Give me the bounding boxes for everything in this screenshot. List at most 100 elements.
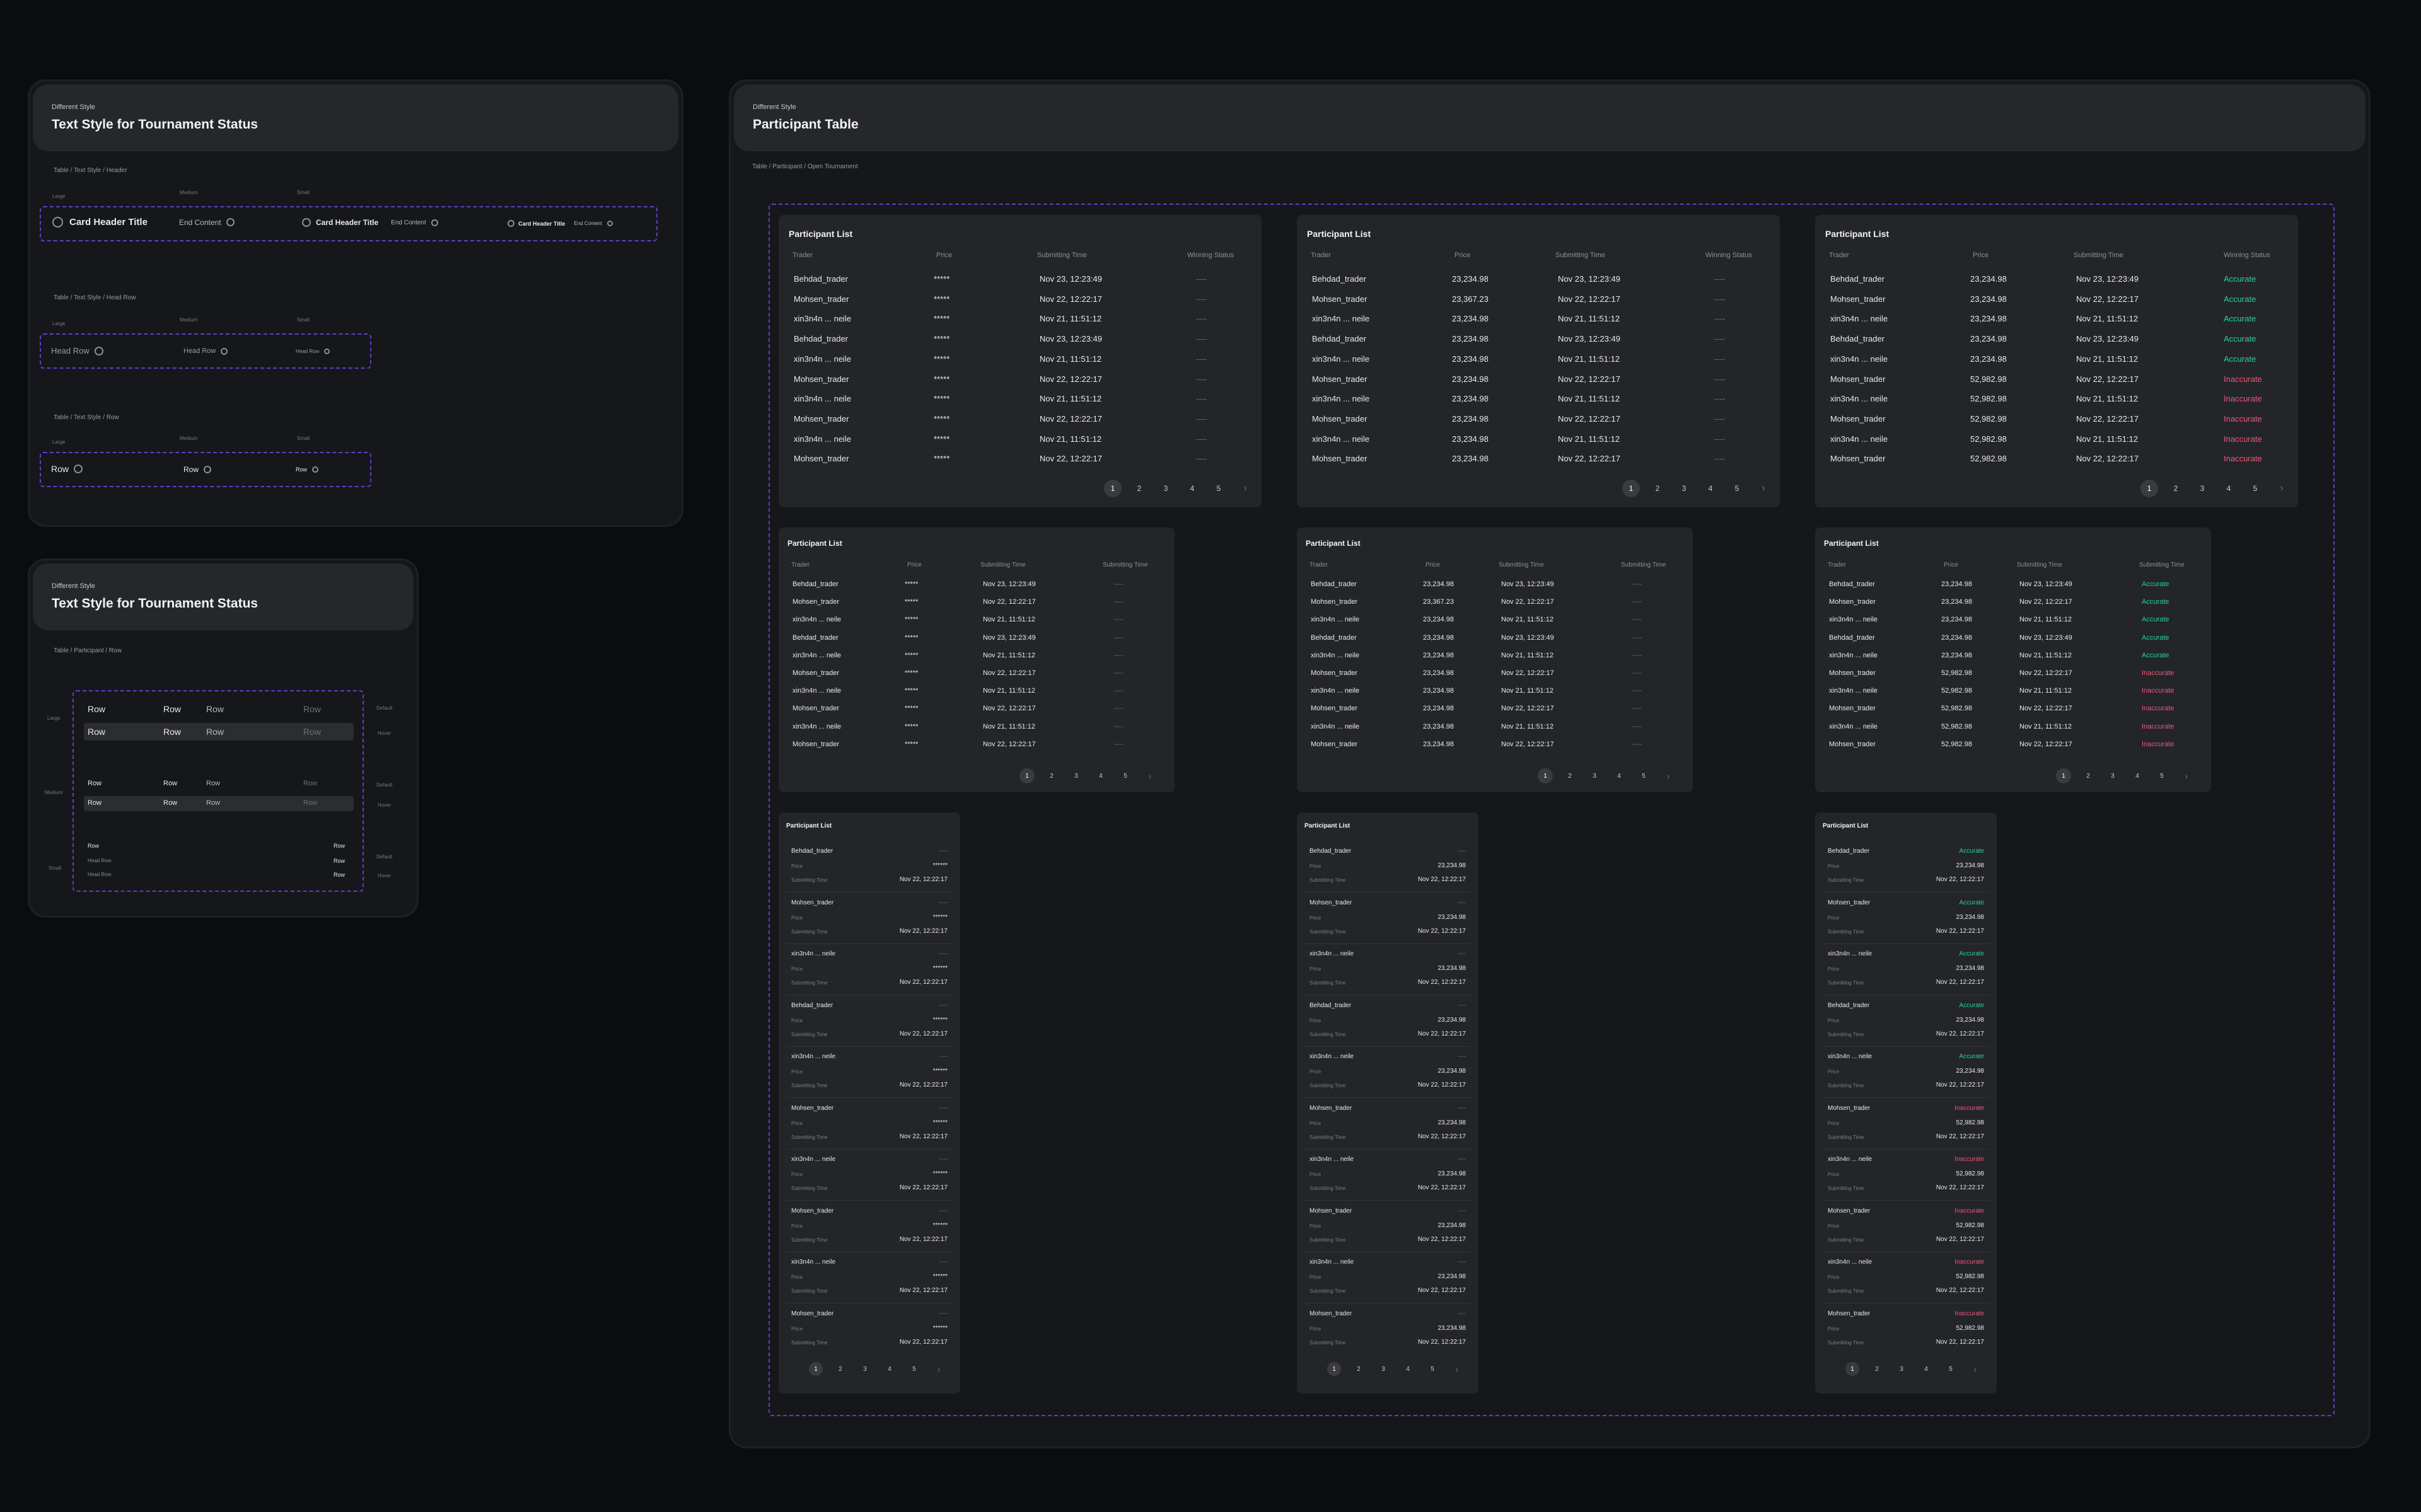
price-value: ******	[932, 1324, 948, 1332]
page-button[interactable]: 1	[1104, 480, 1122, 497]
divider	[1304, 1148, 1471, 1150]
time-label: Submitting Time	[791, 877, 828, 883]
time-cell: Nov 22, 12:22:17	[2019, 598, 2072, 606]
head-row-small: Head Row	[296, 349, 330, 354]
chevron-right-icon[interactable]: ›	[1236, 480, 1254, 497]
time-cell: Nov 21, 11:51:12	[2019, 651, 2072, 659]
time-cell: Nov 21, 11:51:12	[2076, 394, 2139, 404]
page-button[interactable]: 5	[1728, 480, 1746, 497]
time-cell: Nov 22, 12:22:17	[1558, 413, 1621, 424]
page-button[interactable]: 1	[2056, 768, 2071, 783]
time-label: Submitting Time	[791, 928, 828, 935]
page-button[interactable]: 2	[1044, 768, 1059, 783]
price-label: Price	[1828, 1120, 1840, 1126]
page-button[interactable]: 1	[1538, 768, 1553, 783]
page-button[interactable]: 5	[2154, 768, 2169, 783]
card-title: Participant List	[787, 539, 842, 548]
trader-cell: Mohsen_trader	[1829, 705, 1876, 713]
page-button[interactable]: 4	[1183, 480, 1201, 497]
page-button[interactable]: 4	[883, 1362, 897, 1376]
page-button[interactable]: 2	[833, 1362, 847, 1376]
page-button[interactable]: 2	[1870, 1362, 1884, 1376]
end-content: End Content	[178, 217, 221, 227]
page-button[interactable]: 3	[2105, 768, 2120, 783]
chevron-right-icon[interactable]: ›	[932, 1362, 946, 1376]
page-button[interactable]: 2	[2081, 768, 2096, 783]
row-cell: Row	[206, 727, 224, 737]
chevron-right-icon[interactable]: ›	[1968, 1362, 1982, 1376]
price-cell: *****	[934, 374, 950, 384]
page-button[interactable]: 1	[1019, 768, 1035, 783]
page-button[interactable]: 4	[1702, 480, 1719, 497]
page-button[interactable]: 1	[1845, 1362, 1859, 1376]
chevron-right-icon[interactable]: ›	[1661, 768, 1676, 783]
page-button[interactable]: 3	[1587, 768, 1602, 783]
page-button[interactable]: 5	[2246, 480, 2264, 497]
price-cell: 23,234.98	[1423, 740, 1454, 748]
page-button[interactable]: 3	[1675, 480, 1693, 497]
time-value: Nov 22, 12:22:17	[1417, 1235, 1466, 1243]
page-button[interactable]: 1	[809, 1362, 823, 1376]
time-value: Nov 22, 12:22:17	[1936, 1082, 1984, 1088]
trader-cell: Mohsen_trader	[1830, 374, 1886, 384]
page-button[interactable]: 2	[1562, 768, 1577, 783]
pagination: 1 2 3 4 5 ›	[1622, 480, 1772, 497]
page-button[interactable]: 2	[1130, 480, 1148, 497]
column-header-trader: Trader	[792, 251, 813, 259]
page-button[interactable]: 1	[2140, 480, 2158, 497]
page-button[interactable]: 3	[858, 1362, 872, 1376]
panel-tag: Different Style	[52, 582, 95, 590]
chevron-right-icon[interactable]: ›	[2273, 480, 2290, 497]
page-button[interactable]: 1	[1327, 1362, 1341, 1376]
divider	[1823, 1200, 1989, 1201]
trader-cell: xin3n4n ... neile	[1828, 1053, 1872, 1060]
page-button[interactable]: 4	[1611, 768, 1627, 783]
page-button[interactable]: 2	[2167, 480, 2185, 497]
time-value: Nov 22, 12:22:17	[1936, 1133, 1984, 1140]
page-button[interactable]: 3	[1895, 1362, 1908, 1376]
row-cell: Row	[163, 727, 182, 737]
circle-icon	[302, 218, 311, 227]
time-cell: Nov 22, 12:22:17	[2076, 374, 2139, 384]
trader-cell: Mohsen_trader	[794, 454, 849, 464]
page-button[interactable]: 5	[1636, 768, 1651, 783]
price-label: Price	[1309, 1172, 1321, 1177]
page-button[interactable]: 3	[1157, 480, 1175, 497]
column-header-trader: Trader	[1309, 562, 1328, 568]
page-button[interactable]: 4	[2220, 480, 2238, 497]
price-cell: 23,234.98	[1941, 580, 1972, 588]
page-button[interactable]: 5	[1210, 480, 1228, 497]
page-button[interactable]: 4	[1093, 768, 1108, 783]
page-button[interactable]: 3	[1376, 1362, 1390, 1376]
row-states-frame: Row Row Row Row Row Row Row Row Row Row …	[73, 690, 364, 892]
status-cell: Inaccurate	[2224, 413, 2262, 424]
page-button[interactable]: 5	[1944, 1362, 1958, 1376]
page-button[interactable]: 2	[1649, 480, 1666, 497]
status-cell: ----	[939, 1053, 948, 1060]
page-button[interactable]: 4	[1401, 1362, 1415, 1376]
page-button[interactable]: 4	[2130, 768, 2145, 783]
column-header-time: Submitting Time	[2017, 562, 2062, 568]
page-button[interactable]: 5	[907, 1362, 921, 1376]
time-cell: Nov 21, 11:51:12	[1040, 434, 1102, 444]
status-cell: Accurate	[1959, 899, 1984, 906]
chevron-right-icon[interactable]: ›	[1450, 1362, 1464, 1376]
page-button[interactable]: 1	[1622, 480, 1640, 497]
page-button[interactable]: 4	[1919, 1362, 1933, 1376]
price-cell: 23,234.98	[1423, 722, 1454, 730]
card-title: Participant List	[1824, 539, 1879, 548]
page-button[interactable]: 2	[1352, 1362, 1366, 1376]
price-value: 52,982.98	[1956, 1221, 1985, 1229]
time-label: Submitting Time	[1828, 928, 1864, 935]
chevron-right-icon[interactable]: ›	[1755, 480, 1772, 497]
trader-cell: xin3n4n ... neile	[1830, 394, 1888, 404]
page-button[interactable]: 3	[1069, 768, 1084, 783]
chevron-right-icon[interactable]: ›	[1142, 768, 1158, 783]
price-cell: *****	[934, 314, 950, 324]
page-button[interactable]: 3	[2193, 480, 2211, 497]
status-cell: ----	[1196, 314, 1207, 324]
page-button[interactable]: 5	[1425, 1362, 1439, 1376]
chevron-right-icon[interactable]: ›	[2179, 768, 2194, 783]
status-cell: Inaccurate	[2142, 705, 2174, 713]
page-button[interactable]: 5	[1118, 768, 1133, 783]
